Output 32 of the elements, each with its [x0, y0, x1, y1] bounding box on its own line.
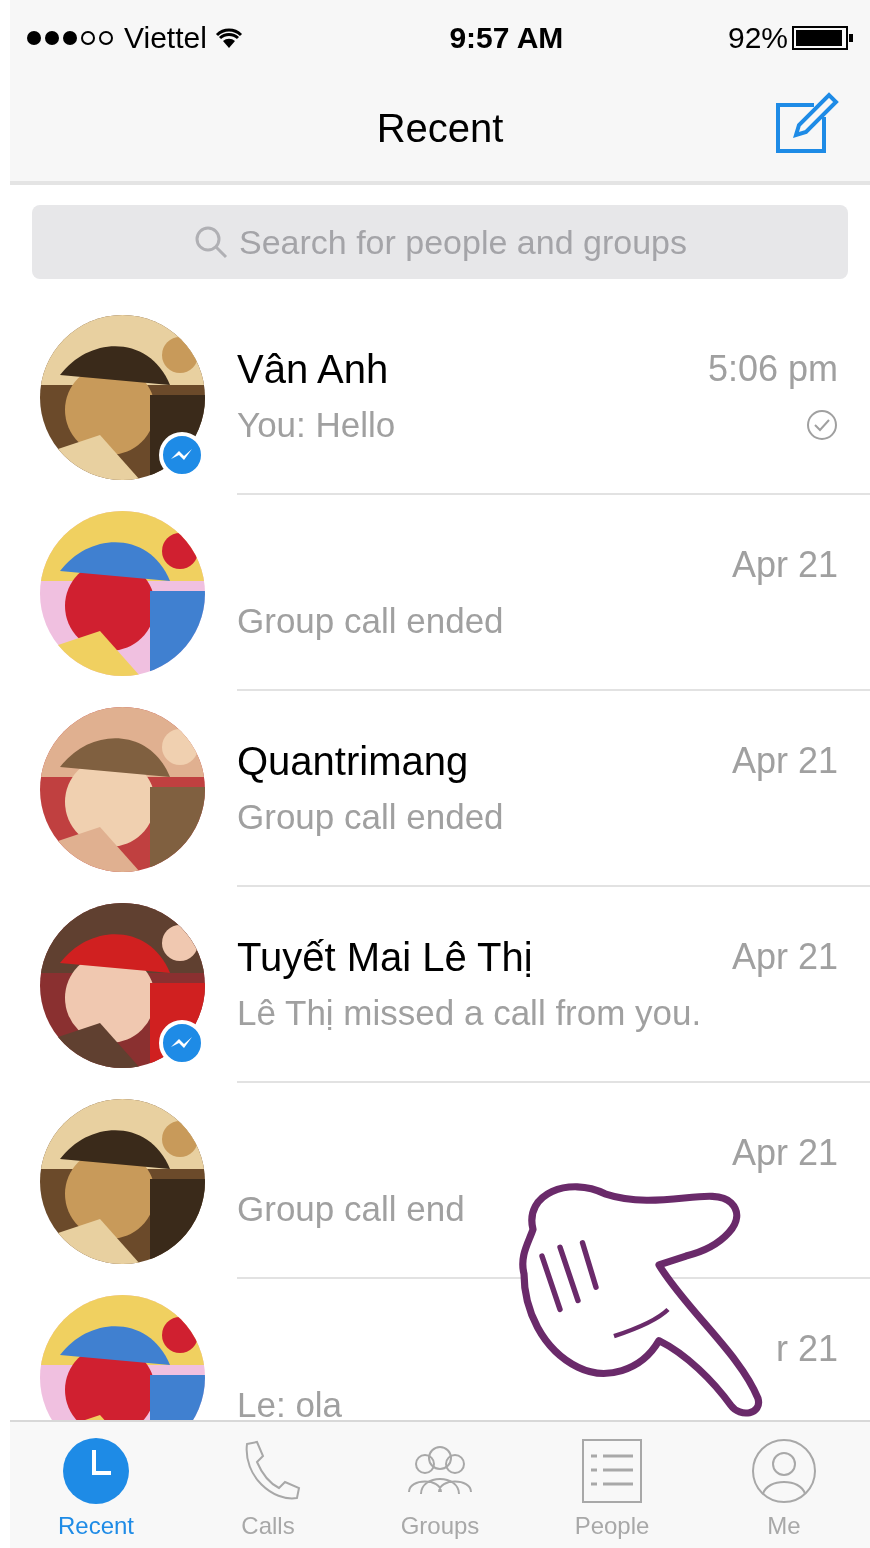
battery-percentage: 92%: [727, 20, 788, 56]
conversation-row[interactable]: Quantrimang Apr 21 Group call ended: [10, 691, 870, 887]
search-field[interactable]: Search for people and groups: [32, 205, 848, 279]
message-preview: You: Hello: [237, 403, 396, 446]
screen-title: Recent: [376, 105, 504, 152]
contact-name: Vân Anh: [237, 346, 389, 393]
search-placeholder: Search for people and groups: [239, 221, 687, 263]
message-time: Apr 21: [731, 935, 838, 979]
conversation-row[interactable]: Vân Anh 5:06 pm You: Hello: [10, 299, 870, 495]
message-preview: Group call ended: [237, 599, 504, 642]
message-preview: Group call ended: [237, 795, 504, 838]
search-icon: [193, 224, 229, 260]
tab-bar-item[interactable]: People: [526, 1422, 698, 1548]
carrier-name: Viettel: [124, 20, 207, 56]
message-time: 5:06 pm: [707, 347, 838, 391]
contact-name: Quantrimang: [237, 738, 469, 785]
message-time: Apr 21: [731, 1131, 838, 1175]
message-time: Apr 21: [731, 739, 838, 783]
message-preview: Lê Thị missed a call from you.: [237, 991, 702, 1034]
status-time: 9:57 AM: [449, 20, 564, 56]
tab-bar-item[interactable]: Recent: [10, 1422, 182, 1548]
tab-bar-item[interactable]: Me: [698, 1422, 870, 1548]
conversation-row[interactable]: Tuyết Mai Lê Thị Apr 21 Lê Thị missed a call from you.: [10, 887, 870, 1083]
contact-name: Tuyết Mai Lê Thị: [237, 934, 533, 981]
message-time: Apr 21: [731, 543, 838, 587]
message-preview: Group call end: [237, 1187, 465, 1230]
message-time: r 21: [775, 1327, 838, 1371]
person-icon: [749, 1436, 819, 1506]
tab-bar-item[interactable]: Groups: [354, 1422, 526, 1548]
battery-icon: [792, 25, 854, 50]
conversation-row[interactable]: Apr 21 Group call ended: [10, 495, 870, 691]
clock-icon: [61, 1436, 131, 1506]
